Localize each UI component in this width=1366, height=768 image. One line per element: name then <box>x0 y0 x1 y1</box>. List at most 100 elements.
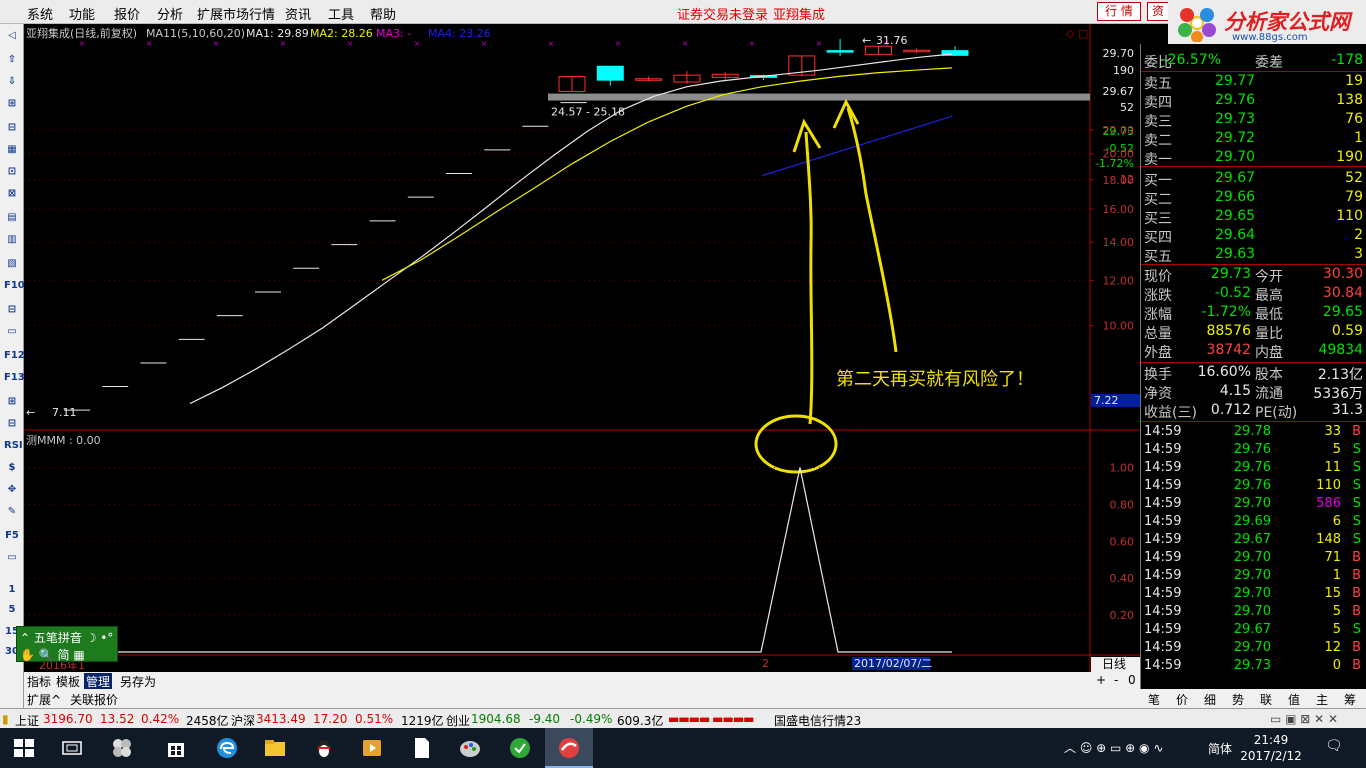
server-name[interactable]: 国盛电信行情23 <box>774 712 861 729</box>
left-toolbar-item-16[interactable]: ⊞ <box>4 394 20 410</box>
menu-quote[interactable]: 报价 <box>114 4 140 23</box>
qq-penguin-icon[interactable] <box>312 736 336 760</box>
menu-tools[interactable]: 工具 <box>328 4 354 23</box>
left-toolbar-item-9[interactable]: ▥ <box>4 232 20 248</box>
tab-related-quotes[interactable]: 关联报价 <box>70 691 118 708</box>
file-explorer-icon[interactable] <box>263 736 287 760</box>
tab-extend[interactable]: 扩展^ <box>27 691 61 708</box>
cy-index-name[interactable]: 创业 <box>446 712 470 729</box>
tab-indicator[interactable]: 指标 <box>27 673 51 690</box>
media-player-icon[interactable] <box>360 736 384 760</box>
sell-level-row[interactable]: 卖二 29.72 1 <box>1141 130 1366 149</box>
left-toolbar-item-10[interactable]: ▧ <box>4 256 20 272</box>
store-icon[interactable] <box>164 736 188 760</box>
sell-level-row[interactable]: 卖四 29.76 138 <box>1141 92 1366 111</box>
sell-level-row[interactable]: 卖五 29.77 19 <box>1141 73 1366 92</box>
menu-analysis[interactable]: 分析 <box>157 4 183 23</box>
tray-icons[interactable]: ︿ ☺ ⊕ ▭ ⊕ ◉ ∿ <box>1064 739 1163 756</box>
tick-row: 14:59 29.70 71 B <box>1144 550 1361 565</box>
left-toolbar-item-25[interactable]: 5 <box>4 602 20 618</box>
left-toolbar-item-14[interactable]: F12 <box>4 348 25 364</box>
document-icon[interactable] <box>410 736 434 760</box>
info-button[interactable]: 资 <box>1147 2 1169 21</box>
buy-level-row[interactable]: 买三 29.65 110 <box>1141 208 1366 227</box>
task-view-icon[interactable] <box>60 736 84 760</box>
candle-body[interactable] <box>826 50 854 53</box>
left-toolbar-item-0[interactable]: ◁ <box>4 28 20 44</box>
sell-level-row[interactable]: 卖三 29.73 76 <box>1141 111 1366 130</box>
edge-browser-icon[interactable] <box>215 736 239 760</box>
quote-button[interactable]: 行 情 <box>1097 2 1141 21</box>
pinwheel-app-icon[interactable] <box>110 736 134 760</box>
left-toolbar-item-21[interactable]: ✎ <box>4 504 20 520</box>
green-app-icon[interactable] <box>508 736 532 760</box>
left-toolbar-item-22[interactable]: F5 <box>4 528 20 544</box>
left-toolbar-item-2[interactable]: ⇩ <box>4 74 20 90</box>
ime-toolbar[interactable]: ⌃ 五笔拼音 ☽ •° ✋ 🔍 简 ▦ <box>16 626 118 662</box>
zoom-reset-button[interactable]: 0 <box>1128 673 1136 687</box>
price-axis-label: 18.00 <box>1103 174 1135 187</box>
chart-options-icon[interactable]: ◇ ▢ <box>1066 27 1088 40</box>
quote-tab-7[interactable]: 筹 <box>1344 691 1356 708</box>
left-toolbar-item-1[interactable]: ⇧ <box>4 52 20 68</box>
quote-tab-1[interactable]: 价 <box>1176 691 1188 708</box>
left-toolbar-item-8[interactable]: ▤ <box>4 210 20 226</box>
taskbar-clock[interactable]: 21:49 2017/2/12 <box>1238 732 1304 764</box>
low-arrow-icon: ← <box>26 406 35 419</box>
quote-tab-4[interactable]: 联 <box>1260 691 1272 708</box>
quote-tab-5[interactable]: 值 <box>1288 691 1300 708</box>
input-language[interactable]: 简体 <box>1208 740 1232 757</box>
status-tools-icon[interactable]: ▭ ▣ ⊠ ✕ ✕ <box>1270 712 1338 726</box>
ma-label: MA3: - <box>376 27 411 40</box>
quote-tab-3[interactable]: 势 <box>1232 691 1244 708</box>
menu-system[interactable]: 系统 <box>27 4 53 23</box>
left-toolbar-item-7[interactable]: ⊠ <box>4 186 20 202</box>
menu-extended-market[interactable]: 扩展市场行情 <box>197 4 275 23</box>
left-toolbar-item-5[interactable]: ▦ <box>4 142 20 158</box>
menu-help[interactable]: 帮助 <box>370 4 396 23</box>
left-toolbar-item-19[interactable]: $ <box>4 460 20 476</box>
sz-index-name[interactable]: 沪深 <box>231 712 255 729</box>
quote-tab-6[interactable]: 主 <box>1316 691 1328 708</box>
buy-level-row[interactable]: 买五 29.63 3 <box>1141 246 1366 265</box>
windows-start-icon[interactable] <box>12 736 36 760</box>
left-toolbar-item-24[interactable]: 1 <box>4 582 20 598</box>
left-toolbar-item-23[interactable]: ▭ <box>4 550 20 566</box>
quote-tab-2[interactable]: 细 <box>1204 691 1216 708</box>
sh-index-change: 13.52 <box>100 712 135 726</box>
price-axis-label: 12.00 <box>1103 274 1135 287</box>
left-toolbar-item-12[interactable]: ⊟ <box>4 302 20 318</box>
ime-mode[interactable]: ⌃ 五笔拼音 ☽ •° <box>20 629 113 646</box>
stock-app-icon[interactable] <box>557 736 581 760</box>
menu-news[interactable]: 资讯 <box>285 4 311 23</box>
sh-index-name[interactable]: 上证 <box>15 712 39 729</box>
signal-marker: × <box>816 39 823 48</box>
ime-tools[interactable]: ✋ 🔍 简 ▦ <box>20 646 85 663</box>
left-toolbar-item-20[interactable]: ✥ <box>4 482 20 498</box>
left-toolbar-item-3[interactable]: ⊞ <box>4 96 20 112</box>
notification-icon[interactable]: 🗨 <box>1325 738 1343 754</box>
sz-index-pct: 0.51% <box>355 712 394 726</box>
tab-manage[interactable]: 管理 <box>84 673 113 690</box>
tab-save-as[interactable]: 另存为 <box>120 673 156 690</box>
left-toolbar-item-13[interactable]: ▭ <box>4 324 20 340</box>
buy-level-row[interactable]: 买二 29.66 79 <box>1141 189 1366 208</box>
menu-function[interactable]: 功能 <box>69 4 95 23</box>
signal-marker: × <box>548 39 555 48</box>
left-toolbar-item-18[interactable]: RSI <box>4 438 23 454</box>
paint-palette-icon[interactable] <box>458 736 482 760</box>
buy-level-row[interactable]: 买四 29.64 2 <box>1141 227 1366 246</box>
zoom-in-button[interactable]: + <box>1096 673 1106 687</box>
left-toolbar-item-15[interactable]: F13 <box>4 370 25 386</box>
zoom-out-button[interactable]: - <box>1114 673 1118 687</box>
left-toolbar-item-4[interactable]: ⊟ <box>4 120 20 136</box>
left-toolbar-item-11[interactable]: F10 <box>4 278 25 294</box>
chart-area[interactable]: 29.7019029.675229.73-0.52-1.72%1222.0020… <box>24 24 1140 672</box>
tab-template[interactable]: 模板 <box>56 673 80 690</box>
login-status[interactable]: 证券交易未登录 <box>677 4 768 23</box>
quote-tab-0[interactable]: 笔 <box>1148 691 1160 708</box>
left-toolbar-item-17[interactable]: ⊟ <box>4 416 20 432</box>
buy-level-row[interactable]: 买一 29.67 52 <box>1141 170 1366 189</box>
candle-body[interactable] <box>596 65 624 81</box>
left-toolbar-item-6[interactable]: ⊡ <box>4 164 20 180</box>
